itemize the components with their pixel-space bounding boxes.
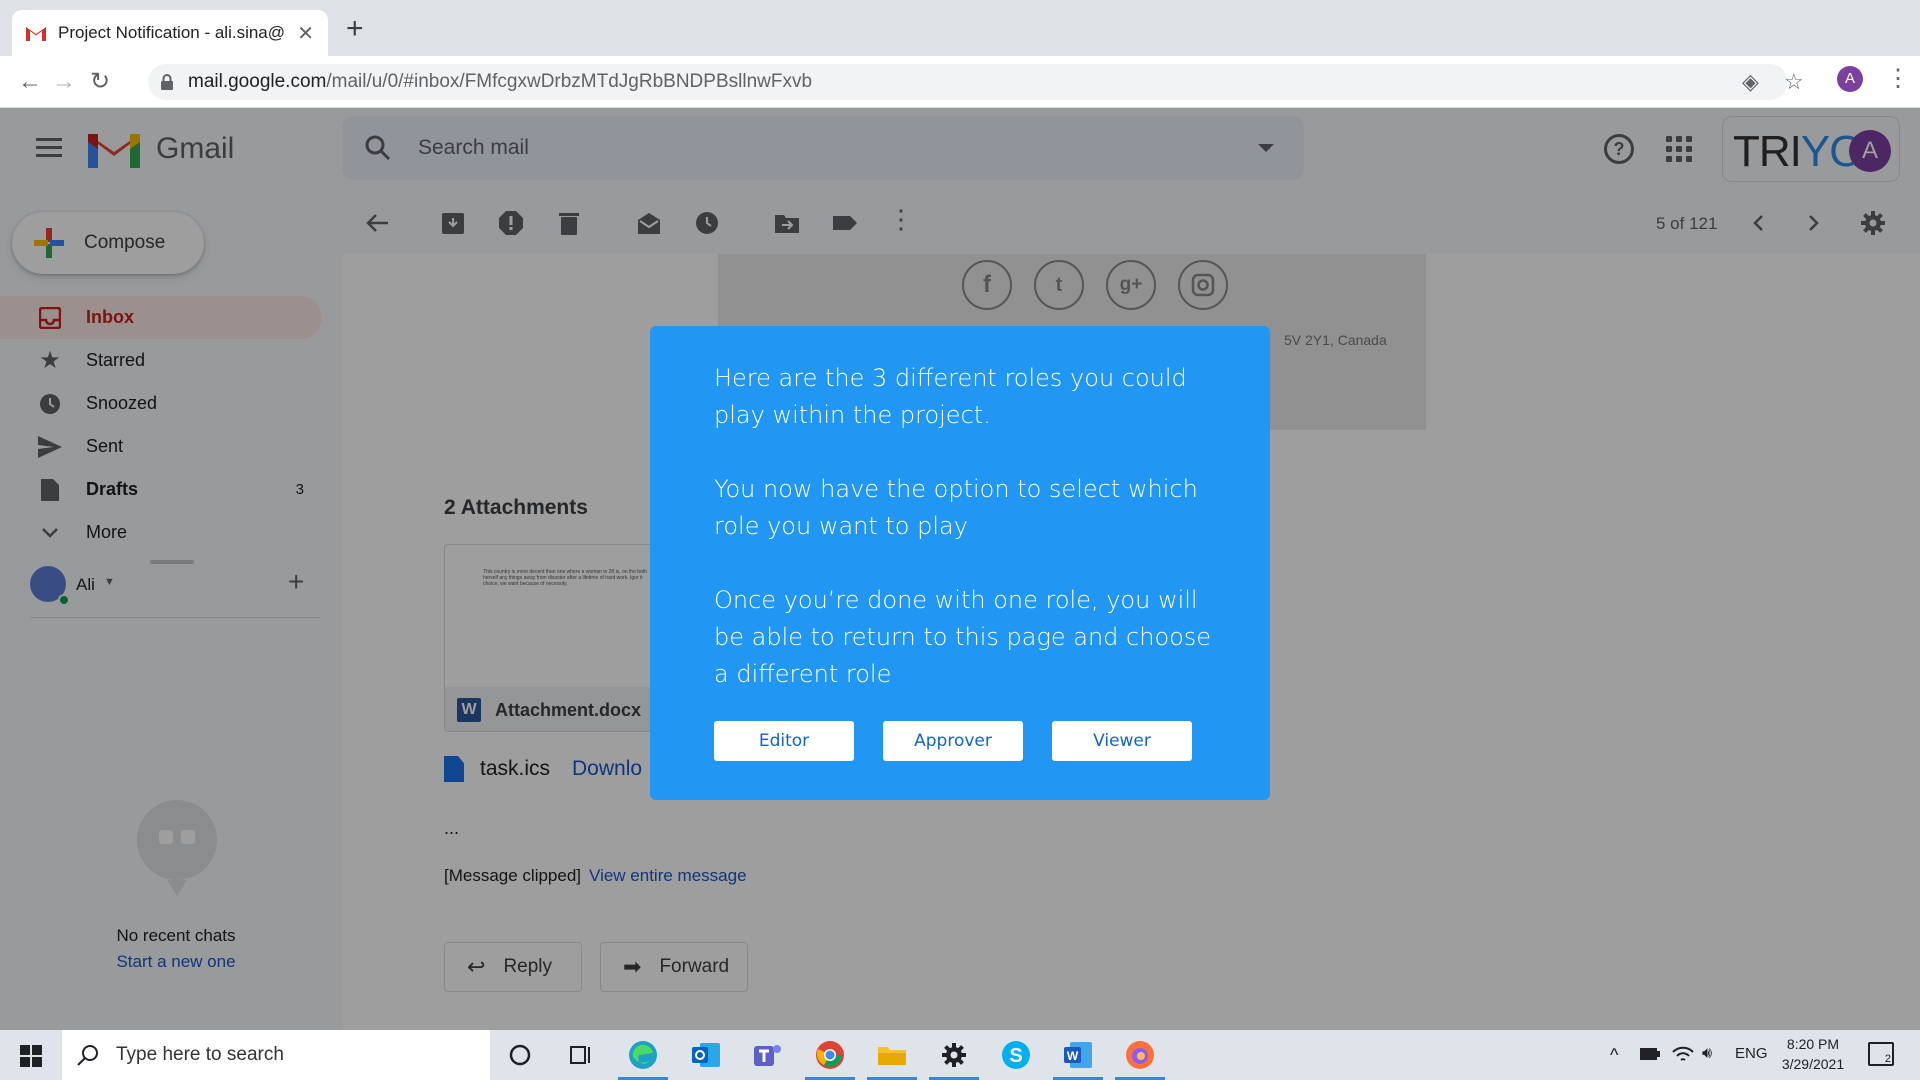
modal-paragraph-option: You now have the option to select which … bbox=[714, 475, 1198, 540]
back-arrow-icon[interactable]: ← bbox=[18, 68, 42, 96]
volume-icon[interactable]: 🔊︎ bbox=[1702, 1045, 1712, 1063]
search-icon bbox=[77, 1045, 98, 1066]
address-bar: ← → ↻ mail.google.com/mail/u/0/#inbox/FM… bbox=[0, 56, 1920, 108]
clock-date: 3/29/2021 bbox=[1781, 1056, 1845, 1072]
windows-taskbar: Type here to search S W ^ 🔊︎ ENG 8:20 PM… bbox=[0, 1030, 1920, 1080]
modal-paragraph-roles: Here are the 3 different roles you could… bbox=[714, 364, 1187, 429]
svg-text:S: S bbox=[1009, 1045, 1022, 1067]
task-view-icon[interactable] bbox=[565, 1039, 597, 1071]
taskbar-search-box[interactable]: Type here to search bbox=[62, 1030, 490, 1080]
browser-profile-avatar[interactable]: A bbox=[1837, 66, 1863, 92]
close-tab-icon[interactable]: ✕ bbox=[297, 21, 314, 46]
windows-start-icon[interactable] bbox=[20, 1045, 42, 1067]
settings-gear-icon[interactable] bbox=[938, 1039, 970, 1071]
show-hidden-icons-icon[interactable]: ^ bbox=[1610, 1045, 1618, 1066]
bookmark-star-icon[interactable]: ☆ bbox=[1784, 70, 1804, 94]
approver-role-button[interactable]: Approver bbox=[883, 721, 1023, 761]
battery-icon[interactable] bbox=[1640, 1048, 1660, 1060]
gmail-favicon-icon bbox=[26, 27, 46, 41]
chrome-icon[interactable] bbox=[814, 1039, 846, 1071]
lock-icon bbox=[161, 74, 173, 90]
firefox-icon[interactable] bbox=[1124, 1039, 1156, 1071]
word-icon[interactable]: W bbox=[1062, 1039, 1094, 1071]
extension-icon[interactable]: ◈ bbox=[1742, 70, 1759, 94]
svg-text:W: W bbox=[1067, 1049, 1079, 1063]
outlook-icon[interactable] bbox=[690, 1039, 722, 1071]
teams-icon[interactable] bbox=[752, 1039, 784, 1071]
clock-time: 8:20 PM bbox=[1786, 1036, 1840, 1052]
editor-role-button[interactable]: Editor bbox=[714, 721, 854, 761]
browser-tab[interactable]: Project Notification - ali.sina@ ✕ bbox=[12, 10, 328, 56]
wifi-icon[interactable] bbox=[1672, 1044, 1694, 1064]
modal-paragraph-return: Once you’re done with one role, you will… bbox=[714, 586, 1212, 688]
role-selection-modal: Here are the 3 different roles you could… bbox=[650, 326, 1270, 800]
system-clock[interactable]: 8:20 PM 3/29/2021 bbox=[1778, 1034, 1848, 1074]
url-text: mail.google.com/mail/u/0/#inbox/FMfcgxwD… bbox=[188, 71, 813, 92]
viewer-role-button[interactable]: Viewer bbox=[1052, 721, 1192, 761]
browser-tab-title: Project Notification - ali.sina@ bbox=[58, 23, 286, 42]
skype-icon[interactable]: S bbox=[1000, 1039, 1032, 1071]
action-center-icon[interactable]: 2 bbox=[1868, 1042, 1894, 1066]
browser-menu-icon[interactable]: ⋮ bbox=[1886, 64, 1910, 93]
taskbar-search-input[interactable]: Type here to search bbox=[116, 1044, 284, 1066]
browser-tab-strip: Project Notification - ali.sina@ ✕ + bbox=[0, 0, 1920, 56]
edge-browser-icon[interactable] bbox=[627, 1039, 659, 1071]
url-omnibox[interactable]: mail.google.com/mail/u/0/#inbox/FMfcgxwD… bbox=[148, 64, 1788, 100]
language-indicator[interactable]: ENG bbox=[1735, 1045, 1768, 1062]
cortana-icon[interactable] bbox=[504, 1039, 536, 1071]
reload-icon[interactable]: ↻ bbox=[90, 68, 110, 96]
new-tab-icon[interactable]: + bbox=[346, 14, 364, 44]
file-explorer-icon[interactable] bbox=[876, 1039, 908, 1071]
forward-arrow-icon[interactable]: → bbox=[52, 68, 76, 96]
